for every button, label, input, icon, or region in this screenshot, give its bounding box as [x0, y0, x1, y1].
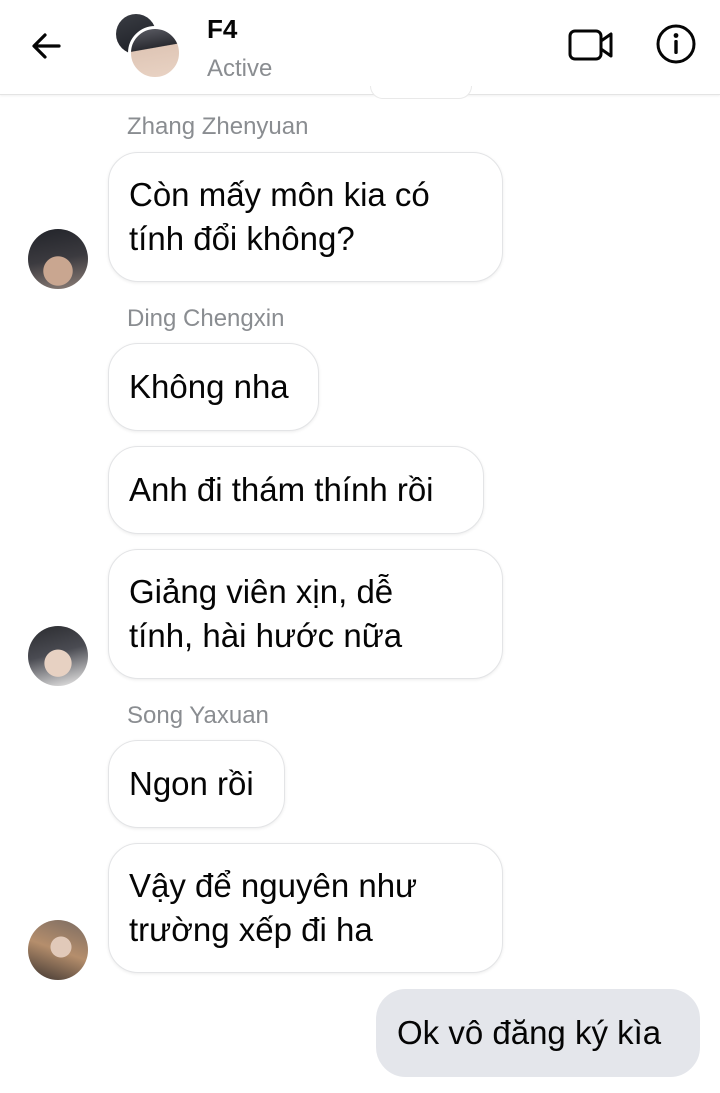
- message-text: Ok vô đăng ký kìa: [397, 1014, 662, 1051]
- member-avatar: [128, 26, 182, 80]
- avatar[interactable]: [28, 229, 88, 289]
- back-button[interactable]: [26, 26, 66, 66]
- active-status: Active: [207, 55, 273, 82]
- scroll-indicator: [370, 86, 472, 99]
- message-text: Ngon rồi: [129, 765, 254, 802]
- chat-title[interactable]: F4: [207, 14, 237, 45]
- message-bubble[interactable]: Không nha: [108, 343, 319, 431]
- message-bubble[interactable]: Vậy để nguyên như trường xếp đi ha: [108, 843, 503, 973]
- chat-header: F4 Active: [0, 0, 720, 95]
- info-button[interactable]: [652, 20, 700, 68]
- avatar[interactable]: [28, 920, 88, 980]
- info-icon: [656, 24, 696, 64]
- video-camera-icon: [568, 29, 613, 61]
- group-avatar[interactable]: [116, 14, 182, 80]
- message-bubble[interactable]: Ngon rồi: [108, 740, 285, 828]
- sender-name: Ding Chengxin: [127, 305, 285, 332]
- arrow-left-icon: [32, 33, 61, 59]
- message-text: Anh đi thám thính rồi: [129, 471, 434, 508]
- message-bubble[interactable]: Anh đi thám thính rồi: [108, 446, 484, 534]
- message-text: Giảng viên xịn, dễ tính, hài hước nữa: [129, 573, 403, 654]
- message-text: Vậy để nguyên như trường xếp đi ha: [129, 867, 418, 948]
- video-call-button[interactable]: [565, 24, 617, 66]
- own-message-bubble[interactable]: Ok vô đăng ký kìa: [376, 989, 700, 1077]
- message-text: Còn mấy môn kia có tính đổi không?: [129, 176, 430, 257]
- message-text: Không nha: [129, 368, 289, 405]
- avatar[interactable]: [28, 626, 88, 686]
- sender-name: Zhang Zhenyuan: [127, 113, 309, 140]
- sender-name: Song Yaxuan: [127, 702, 269, 729]
- message-bubble[interactable]: Giảng viên xịn, dễ tính, hài hước nữa: [108, 549, 503, 679]
- message-bubble[interactable]: Còn mấy môn kia có tính đổi không?: [108, 152, 503, 282]
